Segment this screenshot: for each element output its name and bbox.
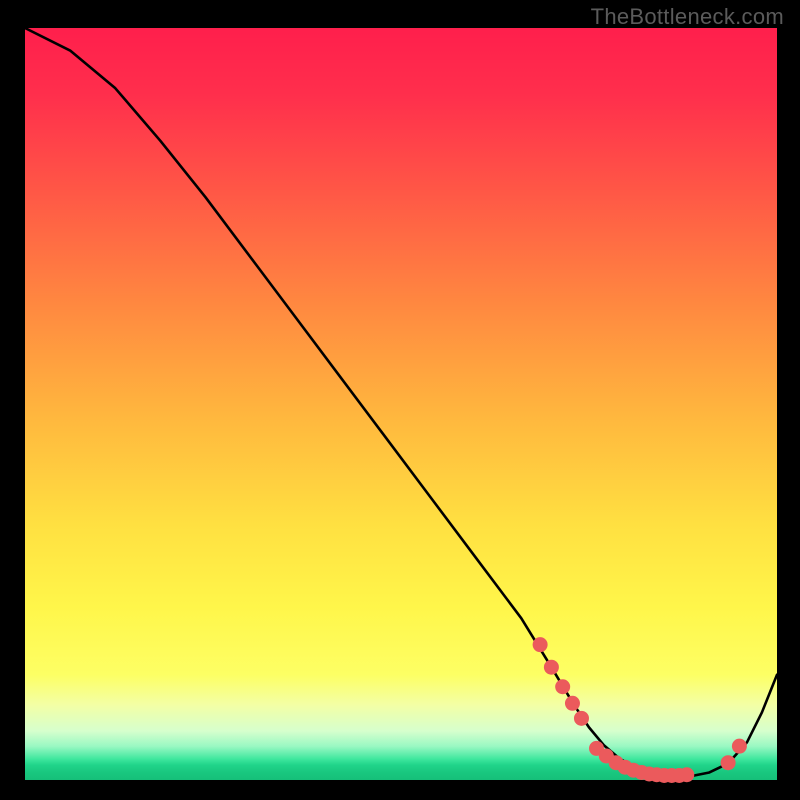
data-dot [679,767,694,782]
watermark-text: TheBottleneck.com [591,4,784,30]
data-dot [565,696,580,711]
data-dot [533,637,548,652]
chart-svg [25,28,777,780]
dot-series [533,637,747,783]
line-series [25,28,777,776]
data-dot [555,679,570,694]
data-dot [721,755,736,770]
data-dot [732,739,747,754]
data-dot [574,711,589,726]
plot-frame [25,28,777,780]
chart-stage: TheBottleneck.com [0,0,800,800]
plot-area [25,28,777,780]
data-dot [544,660,559,675]
curve-path [25,28,777,776]
